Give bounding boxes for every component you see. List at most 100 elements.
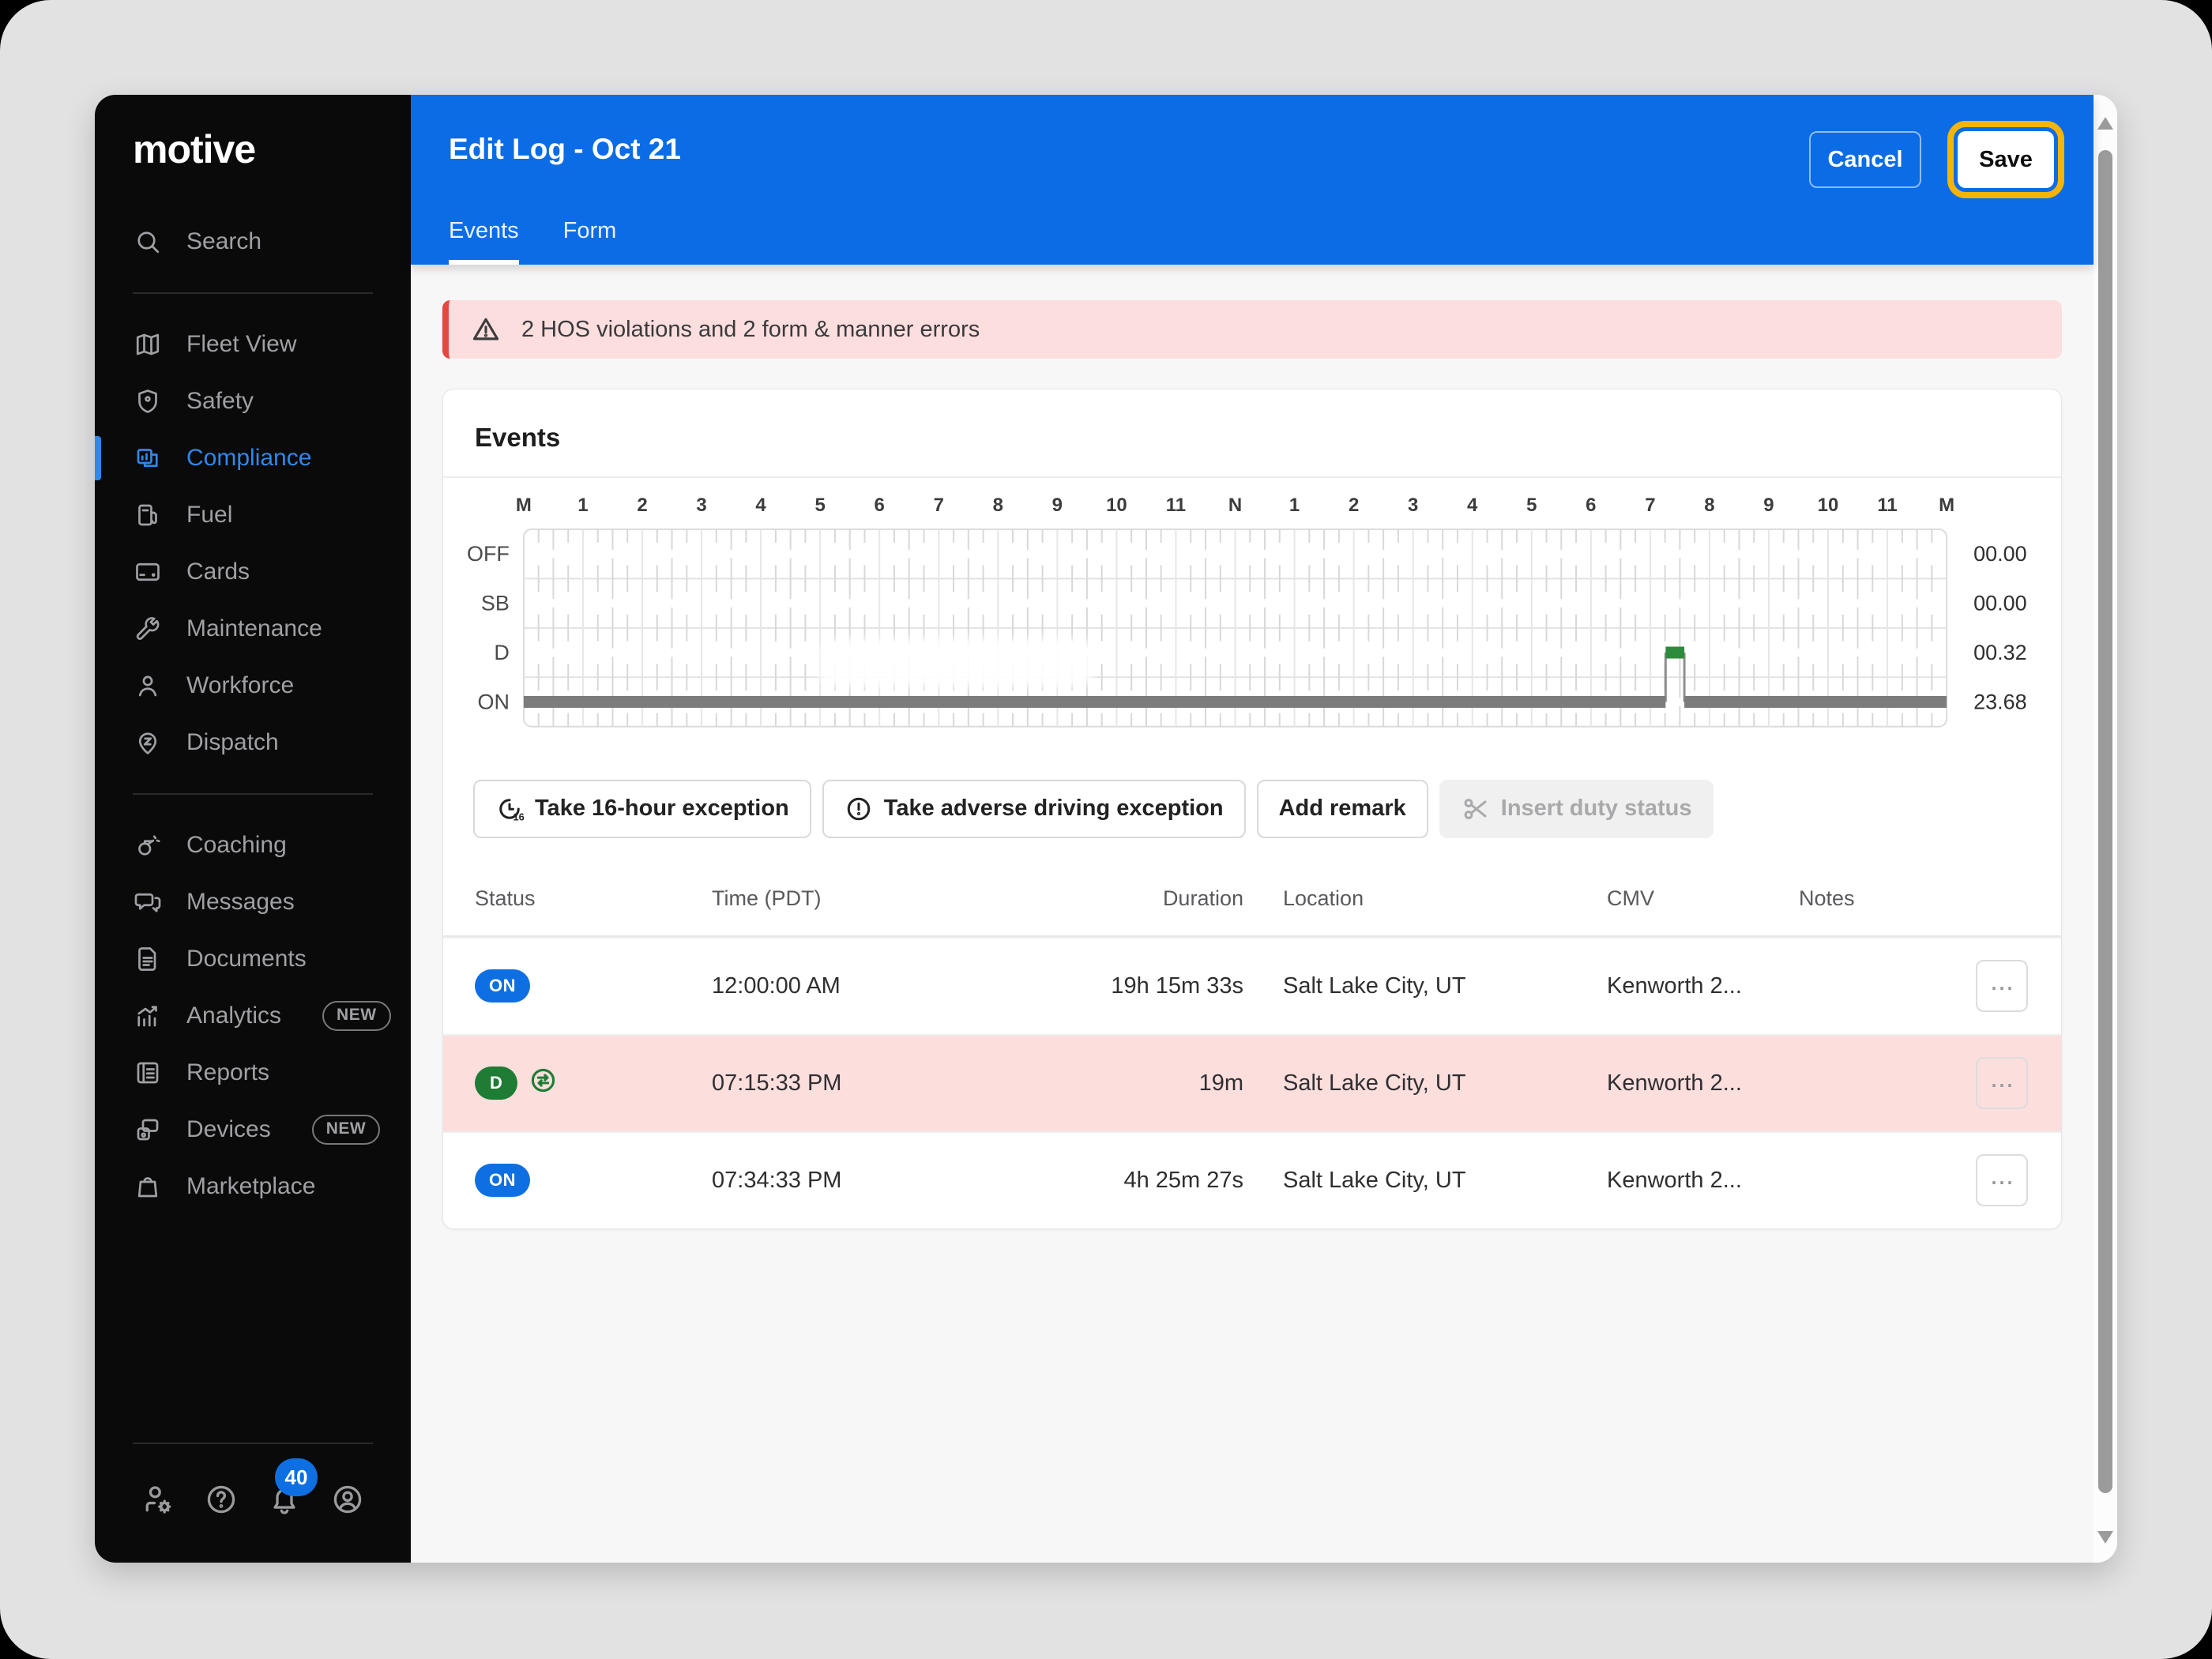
scroll-up-arrow[interactable]	[2097, 117, 2113, 130]
sidebar-item-search[interactable]: Search	[95, 213, 411, 270]
scrollbar-thumb[interactable]	[2098, 150, 2112, 1493]
sidebar-item-label: Fuel	[186, 502, 233, 528]
sidebar-item-analytics[interactable]: Analytics NEW	[95, 988, 411, 1044]
events-table: Status Time (PDT) Duration Location CMV …	[443, 862, 2061, 1228]
svg-text:2: 2	[637, 495, 647, 516]
tab-events[interactable]: Events	[449, 218, 519, 265]
map-icon	[133, 329, 163, 359]
sidebar-item-label: Documents	[186, 946, 307, 972]
sidebar-item-dispatch[interactable]: Dispatch	[95, 714, 411, 771]
svg-text:SB: SB	[481, 592, 510, 615]
scrollbar[interactable]	[2094, 95, 2117, 1563]
new-badge: NEW	[322, 1001, 391, 1031]
document-icon	[133, 944, 163, 974]
sidebar-divider	[133, 292, 373, 294]
svg-text:10: 10	[1106, 495, 1127, 516]
sidebar-item-label: Cards	[186, 559, 250, 585]
take-adverse-driving-exception-button[interactable]: Take adverse driving exception	[822, 779, 1246, 838]
sidebar-item-label: Dispatch	[186, 729, 279, 755]
events-card-title: Events	[443, 389, 2061, 478]
alert-circle-icon	[847, 797, 871, 820]
table-row: ON 07:34:33 PM 4h 25m 27s Salt Lake City…	[443, 1130, 2061, 1228]
tab-form[interactable]: Form	[563, 218, 617, 265]
sidebar-item-devices[interactable]: Devices NEW	[95, 1101, 411, 1158]
new-badge: NEW	[311, 1115, 381, 1145]
svg-text:11: 11	[1877, 495, 1897, 516]
svg-text:ON: ON	[477, 690, 509, 713]
svg-text:M: M	[516, 495, 532, 516]
svg-text:11: 11	[1166, 495, 1186, 516]
svg-text:16: 16	[514, 811, 525, 822]
account-icon[interactable]	[330, 1482, 365, 1517]
add-remark-button[interactable]: Add remark	[1256, 779, 1428, 838]
whistle-icon	[133, 830, 163, 860]
sidebar-item-compliance[interactable]: Compliance	[95, 430, 411, 487]
sidebar-item-label: Devices	[186, 1116, 271, 1142]
devices-icon	[133, 1115, 163, 1145]
sidebar-item-label: Marketplace	[186, 1173, 316, 1199]
row-actions-button[interactable]: ...	[1976, 1057, 2028, 1110]
cell-location: Salt Lake City, UT	[1283, 972, 1466, 999]
cell-time: 07:34:33 PM	[712, 1167, 842, 1193]
fuel-pump-icon	[133, 500, 163, 530]
table-row-violation: D 07:15:33 PM 19m Salt Lake City, UT Ken…	[443, 1033, 2061, 1131]
insert-duty-status-button[interactable]: Insert duty status	[1439, 779, 1714, 838]
shield-icon	[133, 386, 163, 416]
row-actions-button[interactable]: ...	[1976, 960, 2028, 1013]
warning-icon	[472, 318, 499, 340]
help-icon[interactable]	[204, 1482, 239, 1517]
svg-text:23.68: 23.68	[1973, 690, 2027, 713]
svg-text:1: 1	[1289, 495, 1300, 516]
sidebar-item-reports[interactable]: Reports	[95, 1044, 411, 1101]
scroll-down-arrow[interactable]	[2097, 1531, 2113, 1544]
svg-text:00.00: 00.00	[1973, 592, 2027, 615]
sidebar-item-label: Maintenance	[186, 615, 322, 641]
status-badge-on: ON	[475, 969, 530, 1003]
sidebar-item-fleet-view[interactable]: Fleet View	[95, 316, 411, 373]
scissors-icon	[1464, 798, 1487, 819]
cancel-button[interactable]: Cancel	[1809, 131, 1921, 188]
svg-text:2: 2	[1349, 495, 1359, 516]
sidebar-item-label: Messages	[186, 889, 295, 915]
admin-settings-icon[interactable]	[141, 1482, 175, 1517]
chart-actions: 16 Take 16-hour exception Take adverse d…	[473, 779, 2061, 838]
svg-text:8: 8	[1704, 495, 1714, 516]
report-icon	[133, 1058, 163, 1088]
row-actions-button[interactable]: ...	[1976, 1154, 2028, 1207]
cell-time: 07:15:33 PM	[712, 1070, 842, 1096]
status-badge-driving: D	[475, 1066, 518, 1100]
table-header-row: Status Time (PDT) Duration Location CMV …	[443, 862, 2061, 937]
chat-bubbles-icon	[133, 887, 163, 917]
take-16-hour-exception-button[interactable]: 16 Take 16-hour exception	[473, 779, 811, 838]
cell-time: 12:00:00 AM	[712, 972, 841, 999]
app-window: motive Search Fleet View Safety Complian…	[95, 95, 2117, 1563]
main-content: Edit Log - Oct 21 Events Form Cancel Sav…	[411, 95, 2094, 1563]
sidebar-item-workforce[interactable]: Workforce	[95, 657, 411, 714]
credit-card-icon	[133, 557, 163, 587]
sidebar-item-cards[interactable]: Cards	[95, 544, 411, 600]
sidebar-item-coaching[interactable]: Coaching	[95, 817, 411, 874]
analytics-chart-icon	[133, 1001, 163, 1031]
motive-logo: motive	[133, 127, 256, 171]
sidebar-item-documents[interactable]: Documents	[95, 931, 411, 988]
sidebar: motive Search Fleet View Safety Complian…	[95, 95, 411, 1563]
svg-text:00.00: 00.00	[1973, 542, 2027, 566]
svg-text:8: 8	[993, 495, 1003, 516]
svg-text:N: N	[1228, 495, 1242, 516]
svg-text:7: 7	[934, 495, 944, 516]
cell-location: Salt Lake City, UT	[1283, 1167, 1466, 1193]
sidebar-item-messages[interactable]: Messages	[95, 874, 411, 931]
save-button[interactable]: Save	[1947, 121, 2064, 198]
notifications-bell-icon[interactable]: 40	[267, 1458, 318, 1517]
sidebar-item-safety[interactable]: Safety	[95, 373, 411, 430]
sidebar-item-label: Safety	[186, 388, 254, 414]
wrench-icon	[133, 614, 163, 644]
sidebar-item-fuel[interactable]: Fuel	[95, 487, 411, 544]
svg-text:D: D	[494, 641, 509, 664]
sidebar-item-marketplace[interactable]: Marketplace	[95, 1158, 411, 1215]
svg-text:1: 1	[577, 495, 588, 516]
sidebar-item-maintenance[interactable]: Maintenance	[95, 600, 411, 657]
sidebar-item-label: Compliance	[186, 445, 312, 471]
svg-text:7: 7	[1645, 495, 1655, 516]
col-cmv: CMV	[1607, 886, 1654, 910]
